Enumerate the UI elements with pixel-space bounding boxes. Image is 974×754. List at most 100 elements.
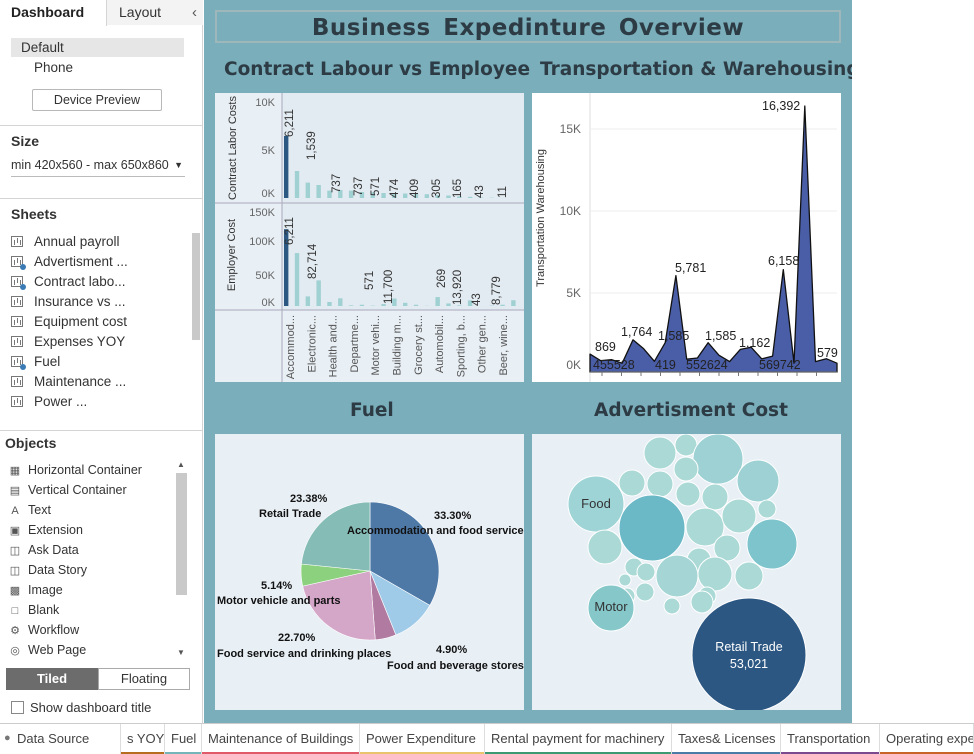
object-item[interactable]: ◎ Web Page <box>8 643 86 663</box>
data-label: 571 <box>370 177 382 196</box>
worksheet-icon <box>11 376 23 387</box>
contract-labour-chart[interactable]: Contract Labor Costs Employer Cost 10K 5K 0K… <box>215 93 524 382</box>
object-item[interactable]: ◫ Data Story <box>8 563 87 583</box>
bubble <box>691 597 807 710</box>
device-default[interactable]: Default <box>11 38 184 57</box>
database-icon: ● <box>4 732 11 744</box>
object-item[interactable]: ▦ Horizontal Container <box>8 463 142 483</box>
sheet-tab[interactable]: Transportation <box>781 724 880 754</box>
in-use-check-icon <box>20 364 26 370</box>
tiled-button[interactable]: Tiled <box>6 668 98 690</box>
object-item-label: Data Story <box>28 563 88 577</box>
data-label: 419 <box>655 358 676 372</box>
data-story-icon: ◫ <box>9 565 21 577</box>
object-item[interactable]: A Text <box>8 503 51 523</box>
bar <box>338 298 343 306</box>
sheet-item[interactable]: Contract labo... <box>11 274 126 294</box>
bubble <box>746 518 798 570</box>
sheet-tab[interactable]: Taxes& Licenses <box>672 724 781 754</box>
device-preview-button[interactable]: Device Preview <box>32 89 162 111</box>
bar <box>446 303 451 306</box>
sheet-item[interactable]: Expenses YOY <box>11 334 125 354</box>
sheet-item[interactable]: Annual payroll <box>11 234 120 254</box>
sheet-tab-label: Fuel <box>171 731 197 746</box>
bubble-label: Food <box>581 496 611 511</box>
sheet-tab[interactable]: s YOY <box>121 724 165 754</box>
tab-layout[interactable]: Layout ‹ <box>107 0 203 25</box>
data-source-tab[interactable]: Data Source ● <box>0 724 121 754</box>
show-title-checkbox[interactable]: Show dashboard title <box>11 700 151 715</box>
fuel-svg: 33.30% Accommodation and food services 23.… <box>217 493 524 672</box>
device-phone[interactable]: Phone <box>11 58 184 77</box>
worksheet-icon <box>11 236 23 247</box>
objects-scrollbar[interactable]: ▲ ▼ <box>175 460 188 657</box>
sheets-heading: Sheets <box>11 206 57 222</box>
scroll-down-icon[interactable]: ▼ <box>177 648 185 657</box>
sheet-item-label: Insurance vs ... <box>34 294 126 309</box>
checkbox-icon[interactable] <box>11 701 24 714</box>
sheet-item-label: Equipment cost <box>34 314 128 329</box>
object-item[interactable]: ⚙ Workflow <box>8 623 79 643</box>
scroll-up-icon[interactable]: ▲ <box>177 460 185 469</box>
sheets-scrollbar[interactable] <box>192 233 200 340</box>
sheet-item[interactable]: Maintenance ... <box>11 374 126 394</box>
dashboard-title-box[interactable]: Business Expedinture Overview <box>215 10 841 43</box>
fuel-chart[interactable]: 33.30% Accommodation and food services 23.… <box>215 434 524 710</box>
data-label: 43 <box>471 293 483 306</box>
size-dropdown[interactable]: min 420x560 - max 650x860 ▼ <box>11 157 185 177</box>
bar <box>348 305 354 306</box>
x-category-label: Automobil... <box>434 315 446 373</box>
object-item-label: Blank <box>28 603 60 617</box>
sheet-tab[interactable]: Operating exper <box>880 724 974 754</box>
sheet-item[interactable]: Insurance vs ... <box>11 294 126 314</box>
data-label: 6,211 <box>284 217 296 245</box>
divider <box>0 198 203 199</box>
object-item-label: Workflow <box>28 623 80 637</box>
transportation-chart[interactable]: Transportation Warehousing 15K 10K 5K 0K 869 4… <box>532 93 841 382</box>
x-category-label: Other gen... <box>477 315 489 373</box>
sheet-tab[interactable]: Maintenance of Buildings <box>202 724 360 754</box>
bubble <box>697 556 733 592</box>
sheet-item[interactable]: Power ... <box>11 394 87 414</box>
bar <box>327 302 332 306</box>
bubble-label: Retail Trade <box>715 640 782 654</box>
tab-dashboard[interactable]: Dashboard <box>0 0 107 26</box>
object-item[interactable]: ◫ Ask Data <box>8 543 79 563</box>
sheet-tabs-bar: Data Source ● s YOY Fuel Maintenance of Buil… <box>0 723 974 754</box>
sheet-tab-label: Rental payment for machinery <box>491 731 665 746</box>
sheet-item[interactable]: Fuel <box>11 354 60 374</box>
sheet-item[interactable]: Advertisment ... <box>11 254 128 274</box>
data-label: 6,158 <box>768 254 799 268</box>
worksheet-icon <box>11 256 26 270</box>
object-item[interactable]: ▩ Image <box>8 583 63 603</box>
sheet-item[interactable]: Equipment cost <box>11 314 127 334</box>
data-label: 305 <box>431 179 443 198</box>
object-item[interactable]: □ Blank <box>8 603 60 623</box>
collapse-chevron-icon[interactable]: ‹ <box>192 1 197 25</box>
sheet-tab[interactable]: Rental payment for machinery <box>485 724 672 754</box>
worksheet-icon <box>11 336 23 347</box>
bubble <box>587 529 623 565</box>
x-category-label: Motor vehi... <box>370 315 382 376</box>
sheet-tab-label: Transportation <box>787 731 871 746</box>
floating-button[interactable]: Floating <box>98 668 190 690</box>
divider <box>0 430 203 431</box>
y-tick-label: 5K <box>566 286 581 300</box>
pie-category-label: Accommodation and food services <box>347 525 524 537</box>
pie-percent-label: 22.70% <box>278 632 316 644</box>
bubble <box>618 573 632 587</box>
sheet-item-label: Advertisment ... <box>34 254 128 269</box>
object-item[interactable]: ▤ Vertical Container <box>8 483 127 503</box>
tab-layout-label: Layout <box>119 4 162 20</box>
pie-category-label: Motor vehicle and parts <box>217 595 340 607</box>
sheet-tab[interactable]: Power Expenditure <box>360 724 485 754</box>
object-item[interactable]: ▣ Extension <box>8 523 83 543</box>
scroll-thumb[interactable] <box>176 473 187 595</box>
data-label: 11 <box>497 186 509 198</box>
bar <box>511 300 516 306</box>
bar <box>467 196 473 198</box>
bubble <box>618 469 646 497</box>
sheet-tab[interactable]: Fuel <box>165 724 202 754</box>
advertisment-chart[interactable]: Food Motor Retail Trade 53,021 <box>532 434 841 710</box>
divider <box>0 125 203 126</box>
